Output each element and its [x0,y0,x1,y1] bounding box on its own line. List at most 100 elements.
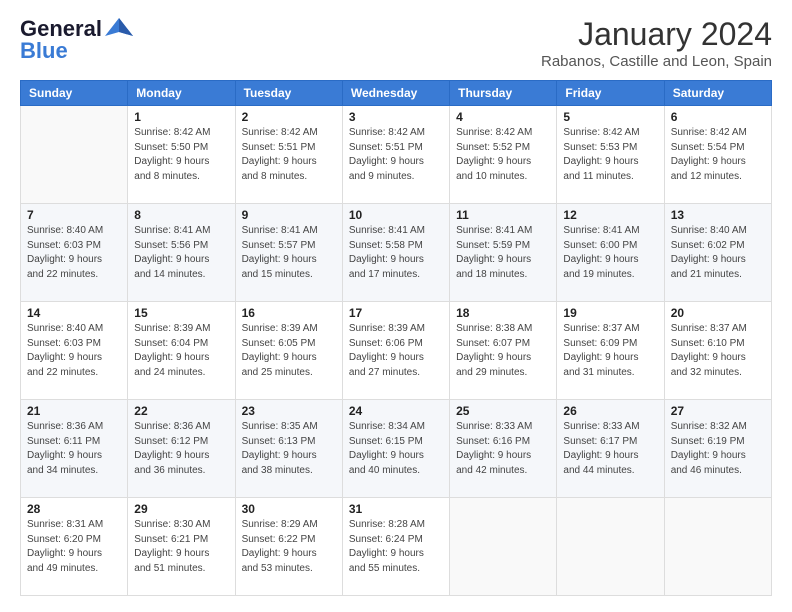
day-number: 6 [671,110,765,124]
day-info: Sunrise: 8:41 AM Sunset: 5:59 PM Dayligh… [456,224,550,282]
calendar-week-5: 28 Sunrise: 8:31 AM Sunset: 6:20 PM Dayli… [21,498,772,596]
day-info: Sunrise: 8:37 AM Sunset: 6:09 PM Dayligh… [563,322,657,380]
day-number: 16 [242,306,336,320]
calendar-cell: 9 Sunrise: 8:41 AM Sunset: 5:57 PM Daylig… [235,204,342,302]
day-info: Sunrise: 8:42 AM Sunset: 5:52 PM Dayligh… [456,126,550,184]
calendar-cell: 30Sunrise: 8:29 AM Sunset: 6:22 PM Dayli… [235,498,342,596]
calendar-cell [664,498,771,596]
day-info: Sunrise: 8:33 AM Sunset: 6:16 PM Dayligh… [456,420,550,478]
calendar-cell: 17 Sunrise: 8:39 AM Sunset: 6:06 PM Dayli… [342,302,449,400]
day-number: 4 [456,110,550,124]
day-info: Sunrise: 8:31 AM Sunset: 6:20 PM Dayligh… [27,518,121,576]
calendar-cell: 22 Sunrise: 8:36 AM Sunset: 6:12 PM Dayli… [128,400,235,498]
calendar-table: Sunday Monday Tuesday Wednesday Thursday… [20,80,772,596]
calendar-cell: 15Sunrise: 8:39 AM Sunset: 6:04 PM Dayli… [128,302,235,400]
day-info: Sunrise: 8:35 AM Sunset: 6:13 PM Dayligh… [242,420,336,478]
day-number: 13 [671,208,765,222]
day-info: Sunrise: 8:41 AM Sunset: 6:00 PM Dayligh… [563,224,657,282]
calendar-cell: 11 Sunrise: 8:41 AM Sunset: 5:59 PM Dayli… [450,204,557,302]
day-number: 31 [349,502,443,516]
day-number: 11 [456,208,550,222]
day-number: 14 [27,306,121,320]
day-number: 27 [671,404,765,418]
col-monday: Monday [128,81,235,106]
calendar-cell: 27 Sunrise: 8:32 AM Sunset: 6:19 PM Dayli… [664,400,771,498]
calendar-cell: 19 Sunrise: 8:37 AM Sunset: 6:09 PM Dayli… [557,302,664,400]
header: General Blue January 2024 Rabanos, Casti… [20,16,772,70]
day-number: 8 [134,208,228,222]
day-number: 26 [563,404,657,418]
calendar-cell: 14 Sunrise: 8:40 AM Sunset: 6:03 PM Dayli… [21,302,128,400]
day-number: 9 [242,208,336,222]
calendar-cell: 7 Sunrise: 8:40 AM Sunset: 6:03 PM Daylig… [21,204,128,302]
calendar-cell: 1 Sunrise: 8:42 AM Sunset: 5:50 PM Daylig… [128,106,235,204]
day-info: Sunrise: 8:36 AM Sunset: 6:11 PM Dayligh… [27,420,121,478]
calendar-week-4: 21 Sunrise: 8:36 AM Sunset: 6:11 PM Dayli… [21,400,772,498]
calendar-cell [557,498,664,596]
col-tuesday: Tuesday [235,81,342,106]
day-number: 24 [349,404,443,418]
page: General Blue January 2024 Rabanos, Casti… [0,0,792,612]
calendar-cell [450,498,557,596]
calendar-cell [21,106,128,204]
day-info: Sunrise: 8:42 AM Sunset: 5:51 PM Dayligh… [242,126,336,184]
day-info: Sunrise: 8:42 AM Sunset: 5:54 PM Dayligh… [671,126,765,184]
calendar-cell: 20Sunrise: 8:37 AM Sunset: 6:10 PM Dayli… [664,302,771,400]
calendar-cell: 13 Sunrise: 8:40 AM Sunset: 6:02 PM Dayli… [664,204,771,302]
day-number: 10 [349,208,443,222]
calendar-header-row: Sunday Monday Tuesday Wednesday Thursday… [21,81,772,106]
col-thursday: Thursday [450,81,557,106]
calendar-cell: 18Sunrise: 8:38 AM Sunset: 6:07 PM Dayli… [450,302,557,400]
day-info: Sunrise: 8:42 AM Sunset: 5:53 PM Dayligh… [563,126,657,184]
calendar-cell: 26 Sunrise: 8:33 AM Sunset: 6:17 PM Dayli… [557,400,664,498]
title-section: January 2024 Rabanos, Castille and Leon,… [541,16,772,70]
col-saturday: Saturday [664,81,771,106]
day-number: 12 [563,208,657,222]
day-number: 5 [563,110,657,124]
calendar-week-1: 1 Sunrise: 8:42 AM Sunset: 5:50 PM Daylig… [21,106,772,204]
day-info: Sunrise: 8:30 AM Sunset: 6:21 PM Dayligh… [134,518,228,576]
day-number: 19 [563,306,657,320]
day-number: 18 [456,306,550,320]
day-number: 29 [134,502,228,516]
col-wednesday: Wednesday [342,81,449,106]
day-info: Sunrise: 8:40 AM Sunset: 6:03 PM Dayligh… [27,322,121,380]
calendar-cell: 2Sunrise: 8:42 AM Sunset: 5:51 PM Daylig… [235,106,342,204]
day-number: 7 [27,208,121,222]
location: Rabanos, Castille and Leon, Spain [541,53,772,70]
month-title: January 2024 [541,16,772,53]
day-info: Sunrise: 8:36 AM Sunset: 6:12 PM Dayligh… [134,420,228,478]
day-info: Sunrise: 8:41 AM Sunset: 5:57 PM Dayligh… [242,224,336,282]
day-info: Sunrise: 8:32 AM Sunset: 6:19 PM Dayligh… [671,420,765,478]
calendar-cell: 4 Sunrise: 8:42 AM Sunset: 5:52 PM Daylig… [450,106,557,204]
day-number: 3 [349,110,443,124]
calendar-cell: 16Sunrise: 8:39 AM Sunset: 6:05 PM Dayli… [235,302,342,400]
calendar-cell: 5 Sunrise: 8:42 AM Sunset: 5:53 PM Daylig… [557,106,664,204]
calendar-cell: 28 Sunrise: 8:31 AM Sunset: 6:20 PM Dayli… [21,498,128,596]
col-friday: Friday [557,81,664,106]
day-info: Sunrise: 8:42 AM Sunset: 5:50 PM Dayligh… [134,126,228,184]
day-info: Sunrise: 8:40 AM Sunset: 6:03 PM Dayligh… [27,224,121,282]
day-number: 17 [349,306,443,320]
day-info: Sunrise: 8:34 AM Sunset: 6:15 PM Dayligh… [349,420,443,478]
calendar-week-3: 14 Sunrise: 8:40 AM Sunset: 6:03 PM Dayli… [21,302,772,400]
col-sunday: Sunday [21,81,128,106]
day-info: Sunrise: 8:39 AM Sunset: 6:06 PM Dayligh… [349,322,443,380]
calendar-week-2: 7 Sunrise: 8:40 AM Sunset: 6:03 PM Daylig… [21,204,772,302]
day-info: Sunrise: 8:42 AM Sunset: 5:51 PM Dayligh… [349,126,443,184]
calendar-cell: 29 Sunrise: 8:30 AM Sunset: 6:21 PM Dayli… [128,498,235,596]
calendar-cell: 10Sunrise: 8:41 AM Sunset: 5:58 PM Dayli… [342,204,449,302]
day-number: 21 [27,404,121,418]
calendar-cell: 3 Sunrise: 8:42 AM Sunset: 5:51 PM Daylig… [342,106,449,204]
calendar-cell: 6 Sunrise: 8:42 AM Sunset: 5:54 PM Daylig… [664,106,771,204]
day-info: Sunrise: 8:33 AM Sunset: 6:17 PM Dayligh… [563,420,657,478]
day-number: 1 [134,110,228,124]
day-number: 15 [134,306,228,320]
day-info: Sunrise: 8:41 AM Sunset: 5:56 PM Dayligh… [134,224,228,282]
day-number: 28 [27,502,121,516]
day-number: 23 [242,404,336,418]
day-number: 22 [134,404,228,418]
calendar-cell: 31Sunrise: 8:28 AM Sunset: 6:24 PM Dayli… [342,498,449,596]
day-info: Sunrise: 8:40 AM Sunset: 6:02 PM Dayligh… [671,224,765,282]
day-info: Sunrise: 8:29 AM Sunset: 6:22 PM Dayligh… [242,518,336,576]
